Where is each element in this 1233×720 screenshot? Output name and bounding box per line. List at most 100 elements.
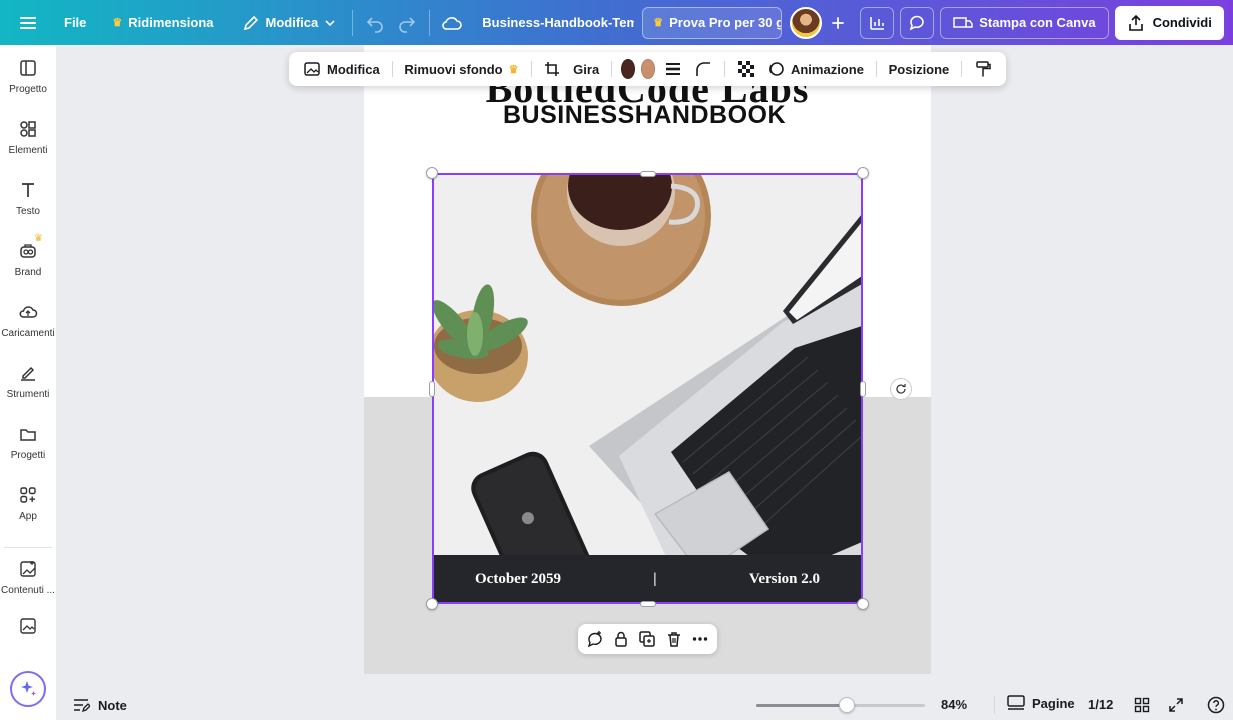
sidebar-item-brand[interactable]: ♛ Brand (0, 231, 56, 287)
rotate-handle[interactable] (890, 378, 912, 400)
page-indicator[interactable]: 1/12 (1088, 697, 1113, 712)
trash-icon[interactable] (665, 630, 683, 648)
resize-handle-top[interactable] (640, 171, 656, 177)
upload-icon (19, 305, 38, 318)
print-button[interactable]: Stampa con Canva (940, 6, 1109, 39)
edit-mode-button[interactable]: Modifica (232, 7, 347, 39)
duplicate-icon[interactable] (638, 630, 656, 648)
resize-handle-top-right[interactable] (857, 167, 869, 179)
color-swatch-dark[interactable] (620, 59, 636, 79)
crown-icon: ♛ (34, 233, 43, 244)
insights-button[interactable] (860, 6, 895, 39)
menu-icon[interactable] (12, 7, 44, 39)
remove-background-button[interactable]: Rimuovi sfondo ♛ (398, 55, 524, 83)
sidebar-item-testo[interactable]: Testo (0, 170, 56, 226)
resize-handle-bottom-right[interactable] (857, 598, 869, 610)
crop-button[interactable] (537, 55, 567, 83)
canvas-area: BottledCode Labs BUSINESSHANDBOOK Octobe… (56, 45, 1233, 683)
sidebar-item-images[interactable] (0, 608, 56, 644)
sidebar-item-progetto[interactable]: Progetto (0, 48, 56, 104)
draw-icon (21, 366, 35, 381)
context-toolbar: Modifica Rimuovi sfondo ♛ Gira Animazion… (289, 52, 1006, 86)
divider (429, 9, 431, 36)
edit-image-button[interactable]: Modifica (297, 55, 386, 83)
resize-handle-right[interactable] (860, 381, 866, 397)
resize-handle-bottom-left[interactable] (426, 598, 438, 610)
share-button[interactable]: Condividi (1114, 5, 1224, 40)
avatar[interactable] (790, 6, 823, 39)
lock-icon[interactable] (612, 630, 630, 648)
truck-icon (953, 16, 974, 28)
bar-chart-icon (870, 16, 885, 30)
date-text[interactable]: October 2059 (475, 571, 561, 588)
share-icon (1128, 14, 1143, 31)
desk-photo-illustration (433, 174, 862, 604)
zoom-slider-fill (756, 704, 848, 707)
pages-button[interactable]: Pagine (1006, 694, 1075, 712)
corner-rounding-button[interactable] (688, 55, 718, 83)
crop-icon (545, 62, 560, 76)
document-title[interactable]: Business-Handbook-Template (482, 15, 634, 30)
comments-button[interactable] (900, 6, 935, 39)
help-icon[interactable] (1206, 695, 1226, 715)
position-button[interactable]: Posizione (883, 55, 956, 83)
copy-style-button[interactable] (968, 55, 998, 83)
apps-icon (20, 486, 36, 503)
add-comment-icon[interactable] (586, 630, 604, 648)
corner-radius-icon (696, 62, 711, 76)
file-menu[interactable]: File (54, 7, 96, 39)
add-collaborator-icon[interactable] (822, 7, 854, 39)
sidebar-item-app[interactable]: App (0, 475, 56, 531)
sidebar-item-elementi[interactable]: Elementi (0, 109, 56, 165)
zoom-slider[interactable] (756, 697, 925, 713)
divider (994, 696, 995, 714)
zoom-level[interactable]: 84% (941, 697, 967, 712)
fullscreen-icon[interactable] (1166, 695, 1186, 715)
version-text[interactable]: Version 2.0 (749, 571, 820, 588)
text-icon (22, 182, 34, 197)
resize-handle-top-left[interactable] (426, 167, 438, 179)
cloud-save-icon[interactable] (436, 7, 468, 39)
shapes-icon (20, 120, 36, 137)
redo-icon[interactable] (391, 7, 423, 39)
notes-icon (74, 699, 90, 713)
image-icon (20, 618, 36, 634)
divider (391, 61, 393, 77)
sidebar-item-strumenti[interactable]: Strumenti (0, 353, 56, 409)
divider (4, 547, 52, 548)
zoom-slider-knob[interactable] (839, 697, 856, 713)
element-actions (578, 624, 717, 654)
pencil-icon (243, 15, 258, 30)
divider (352, 9, 354, 36)
crown-icon: ♛ (508, 63, 519, 76)
resize-handle-bottom[interactable] (640, 601, 656, 607)
transparency-icon (737, 61, 754, 77)
sidebar-item-progetti[interactable]: Progetti (0, 414, 56, 470)
magic-assistant-button[interactable] (10, 671, 46, 707)
animation-button[interactable]: Animazione (761, 55, 870, 83)
border-weight-icon (666, 63, 681, 75)
transparency-button[interactable] (731, 55, 761, 83)
border-style-button[interactable] (658, 55, 688, 83)
cover-photo[interactable]: October 2059 | Version 2.0 (433, 174, 862, 604)
cover-footer-bar: October 2059 | Version 2.0 (433, 555, 862, 604)
notes-button[interactable]: Note (72, 696, 127, 714)
rotate-icon (896, 384, 906, 394)
handbook-subtitle[interactable]: BUSINESSHANDBOOK (364, 101, 925, 130)
design-page[interactable]: BottledCode Labs BUSINESSHANDBOOK Octobe… (364, 45, 931, 674)
more-icon[interactable] (691, 630, 709, 648)
flip-button[interactable]: Gira (567, 55, 605, 83)
color-swatch-tan[interactable] (641, 59, 656, 79)
sidebar-item-contenuti[interactable]: Contenuti ... (0, 549, 56, 605)
resize-handle-left[interactable] (429, 381, 435, 397)
try-pro-button[interactable]: ♛ Prova Pro per 30 giorni (642, 6, 783, 39)
undo-icon[interactable] (359, 7, 391, 39)
left-sidebar: Progetto Elementi Testo ♛ Brand Caricame… (0, 45, 56, 720)
bottom-bar: Note 84% Pagine 1/12 (56, 690, 1233, 720)
resize-button[interactable]: ♛ Ridimensiona (102, 7, 223, 39)
folder-icon (20, 428, 36, 441)
sidebar-item-caricamenti[interactable]: Caricamenti (0, 292, 56, 348)
grid-view-icon[interactable] (1132, 695, 1152, 715)
paint-roller-icon (976, 61, 991, 77)
divider (611, 61, 612, 77)
